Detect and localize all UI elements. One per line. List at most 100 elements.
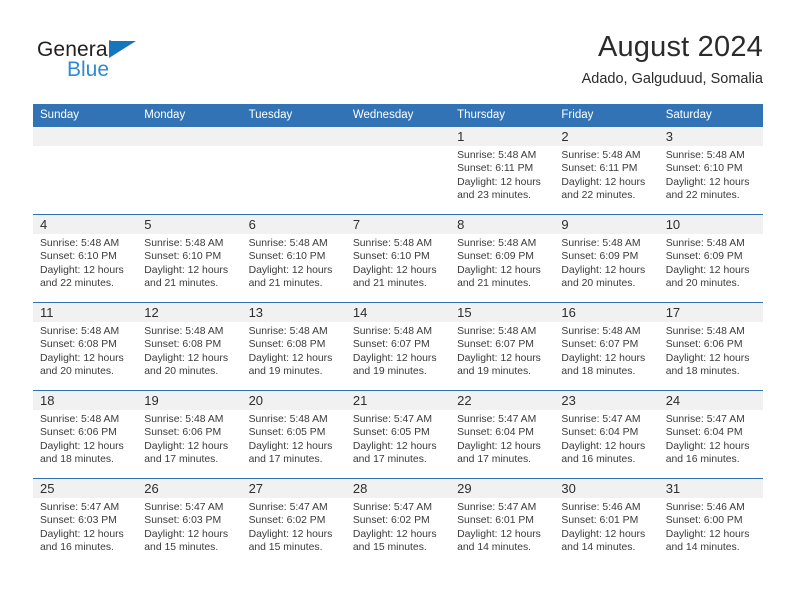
day-cell[interactable]: Sunrise: 5:48 AM Sunset: 6:09 PM Dayligh… (450, 234, 554, 302)
day-cell[interactable]: Sunrise: 5:48 AM Sunset: 6:10 PM Dayligh… (346, 234, 450, 302)
sunrise-text: Sunrise: 5:48 AM (561, 326, 641, 337)
day-number[interactable]: 26 (137, 479, 241, 498)
sunset-text: Sunset: 6:03 PM (144, 515, 222, 527)
day-number[interactable]: 1 (450, 127, 554, 146)
day-cell[interactable]: Sunrise: 5:47 AM Sunset: 6:05 PM Dayligh… (346, 410, 450, 478)
day-cell[interactable]: Sunrise: 5:48 AM Sunset: 6:06 PM Dayligh… (659, 322, 763, 390)
day-cell[interactable]: Sunrise: 5:48 AM Sunset: 6:10 PM Dayligh… (242, 234, 346, 302)
day-cell[interactable]: Sunrise: 5:48 AM Sunset: 6:08 PM Dayligh… (137, 322, 241, 390)
day-cell[interactable]: Sunrise: 5:47 AM Sunset: 6:01 PM Dayligh… (450, 498, 554, 566)
day-cell[interactable]: Sunrise: 5:47 AM Sunset: 6:03 PM Dayligh… (33, 498, 137, 566)
title-block: August 2024 Adado, Galguduud, Somalia (582, 28, 763, 90)
daylight-text-2: and 18 minutes. (40, 453, 114, 465)
daylight-text-2: and 20 minutes. (561, 277, 636, 289)
sunset-text: Sunset: 6:04 PM (457, 427, 534, 439)
week-row: 18 19 20 21 22 23 24 Sunrise: 5:48 AM Su… (33, 390, 763, 478)
day-cell[interactable]: Sunrise: 5:48 AM Sunset: 6:10 PM Dayligh… (137, 234, 241, 302)
day-number[interactable] (242, 127, 346, 146)
day-number[interactable]: 22 (450, 391, 554, 410)
day-cell[interactable]: Sunrise: 5:47 AM Sunset: 6:02 PM Dayligh… (346, 498, 450, 566)
day-cell[interactable]: Sunrise: 5:47 AM Sunset: 6:02 PM Dayligh… (242, 498, 346, 566)
day-cell[interactable]: Sunrise: 5:48 AM Sunset: 6:11 PM Dayligh… (450, 146, 554, 214)
sunrise-text: Sunrise: 5:48 AM (665, 150, 745, 161)
sunset-text: Sunset: 6:09 PM (665, 251, 743, 263)
day-cell[interactable] (346, 146, 450, 214)
daylight-text-2: and 15 minutes. (248, 541, 323, 553)
day-number[interactable]: 30 (554, 479, 658, 498)
day-cell[interactable] (242, 146, 346, 214)
day-cell[interactable]: Sunrise: 5:47 AM Sunset: 6:04 PM Dayligh… (554, 410, 658, 478)
day-number[interactable]: 2 (554, 127, 658, 146)
day-number[interactable]: 21 (346, 391, 450, 410)
day-number[interactable]: 17 (659, 303, 763, 322)
day-number[interactable] (346, 127, 450, 146)
day-cell[interactable]: Sunrise: 5:48 AM Sunset: 6:07 PM Dayligh… (554, 322, 658, 390)
day-cell[interactable]: Sunrise: 5:47 AM Sunset: 6:04 PM Dayligh… (450, 410, 554, 478)
day-number[interactable]: 16 (554, 303, 658, 322)
daylight-text-2: and 21 minutes. (352, 277, 427, 289)
daylight-text-2: and 21 minutes. (457, 277, 532, 289)
weekday-monday: Monday (144, 109, 186, 121)
day-number[interactable]: 8 (450, 215, 554, 234)
sunrise-text: Sunrise: 5:48 AM (248, 414, 328, 425)
day-cell[interactable]: Sunrise: 5:48 AM Sunset: 6:06 PM Dayligh… (33, 410, 137, 478)
day-number[interactable]: 12 (137, 303, 241, 322)
daylight-text-2: and 19 minutes. (248, 365, 323, 377)
daylight-text-2: and 22 minutes. (561, 189, 636, 201)
day-number[interactable]: 23 (554, 391, 658, 410)
day-cell[interactable]: Sunrise: 5:48 AM Sunset: 6:11 PM Dayligh… (554, 146, 658, 214)
sunrise-text: Sunrise: 5:48 AM (457, 150, 537, 161)
daylight-text-1: Daylight: 12 hours (248, 352, 333, 364)
day-number[interactable]: 6 (242, 215, 346, 234)
day-number[interactable]: 20 (242, 391, 346, 410)
day-cell[interactable]: Sunrise: 5:47 AM Sunset: 6:04 PM Dayligh… (659, 410, 763, 478)
day-cell[interactable] (137, 146, 241, 214)
daylight-text-2: and 21 minutes. (248, 277, 323, 289)
week-row: 4 5 6 7 8 9 10 Sunrise: 5:48 AM Sunset: … (33, 214, 763, 302)
sunset-text: Sunset: 6:04 PM (665, 427, 743, 439)
day-number[interactable]: 3 (659, 127, 763, 146)
day-number[interactable] (33, 127, 137, 146)
day-number[interactable]: 7 (346, 215, 450, 234)
daylight-text-1: Daylight: 12 hours (561, 528, 646, 540)
day-number[interactable]: 13 (242, 303, 346, 322)
day-number[interactable]: 11 (33, 303, 137, 322)
day-number[interactable]: 14 (346, 303, 450, 322)
day-number[interactable]: 27 (242, 479, 346, 498)
daylight-text-2: and 15 minutes. (352, 541, 427, 553)
day-number[interactable]: 31 (659, 479, 763, 498)
day-number[interactable]: 5 (137, 215, 241, 234)
day-cell[interactable]: Sunrise: 5:48 AM Sunset: 6:10 PM Dayligh… (33, 234, 137, 302)
day-number[interactable]: 9 (554, 215, 658, 234)
day-number[interactable]: 24 (659, 391, 763, 410)
sunrise-text: Sunrise: 5:48 AM (665, 238, 745, 249)
day-number[interactable]: 28 (346, 479, 450, 498)
day-cell[interactable]: Sunrise: 5:48 AM Sunset: 6:08 PM Dayligh… (33, 322, 137, 390)
general-blue-logo[interactable]: General Blue (37, 38, 167, 90)
week-detail-band: Sunrise: 5:47 AM Sunset: 6:03 PM Dayligh… (33, 498, 763, 566)
day-number[interactable]: 10 (659, 215, 763, 234)
day-number[interactable]: 4 (33, 215, 137, 234)
daylight-text-1: Daylight: 12 hours (561, 440, 646, 452)
day-cell[interactable]: Sunrise: 5:46 AM Sunset: 6:00 PM Dayligh… (659, 498, 763, 566)
day-number[interactable]: 18 (33, 391, 137, 410)
day-cell[interactable]: Sunrise: 5:48 AM Sunset: 6:09 PM Dayligh… (659, 234, 763, 302)
day-cell[interactable]: Sunrise: 5:48 AM Sunset: 6:10 PM Dayligh… (659, 146, 763, 214)
day-cell[interactable]: Sunrise: 5:48 AM Sunset: 6:07 PM Dayligh… (450, 322, 554, 390)
day-cell[interactable]: Sunrise: 5:48 AM Sunset: 6:07 PM Dayligh… (346, 322, 450, 390)
day-cell[interactable] (33, 146, 137, 214)
day-cell[interactable]: Sunrise: 5:48 AM Sunset: 6:06 PM Dayligh… (137, 410, 241, 478)
day-number[interactable]: 19 (137, 391, 241, 410)
day-number[interactable]: 15 (450, 303, 554, 322)
day-cell[interactable]: Sunrise: 5:48 AM Sunset: 6:09 PM Dayligh… (554, 234, 658, 302)
day-number[interactable]: 25 (33, 479, 137, 498)
sunset-text: Sunset: 6:02 PM (352, 515, 430, 527)
sunrise-text: Sunrise: 5:47 AM (248, 502, 328, 513)
day-number[interactable]: 29 (450, 479, 554, 498)
day-cell[interactable]: Sunrise: 5:48 AM Sunset: 6:08 PM Dayligh… (242, 322, 346, 390)
day-cell[interactable]: Sunrise: 5:46 AM Sunset: 6:01 PM Dayligh… (554, 498, 658, 566)
day-number[interactable] (137, 127, 241, 146)
daylight-text-2: and 20 minutes. (144, 365, 219, 377)
day-cell[interactable]: Sunrise: 5:48 AM Sunset: 6:05 PM Dayligh… (242, 410, 346, 478)
day-cell[interactable]: Sunrise: 5:47 AM Sunset: 6:03 PM Dayligh… (137, 498, 241, 566)
